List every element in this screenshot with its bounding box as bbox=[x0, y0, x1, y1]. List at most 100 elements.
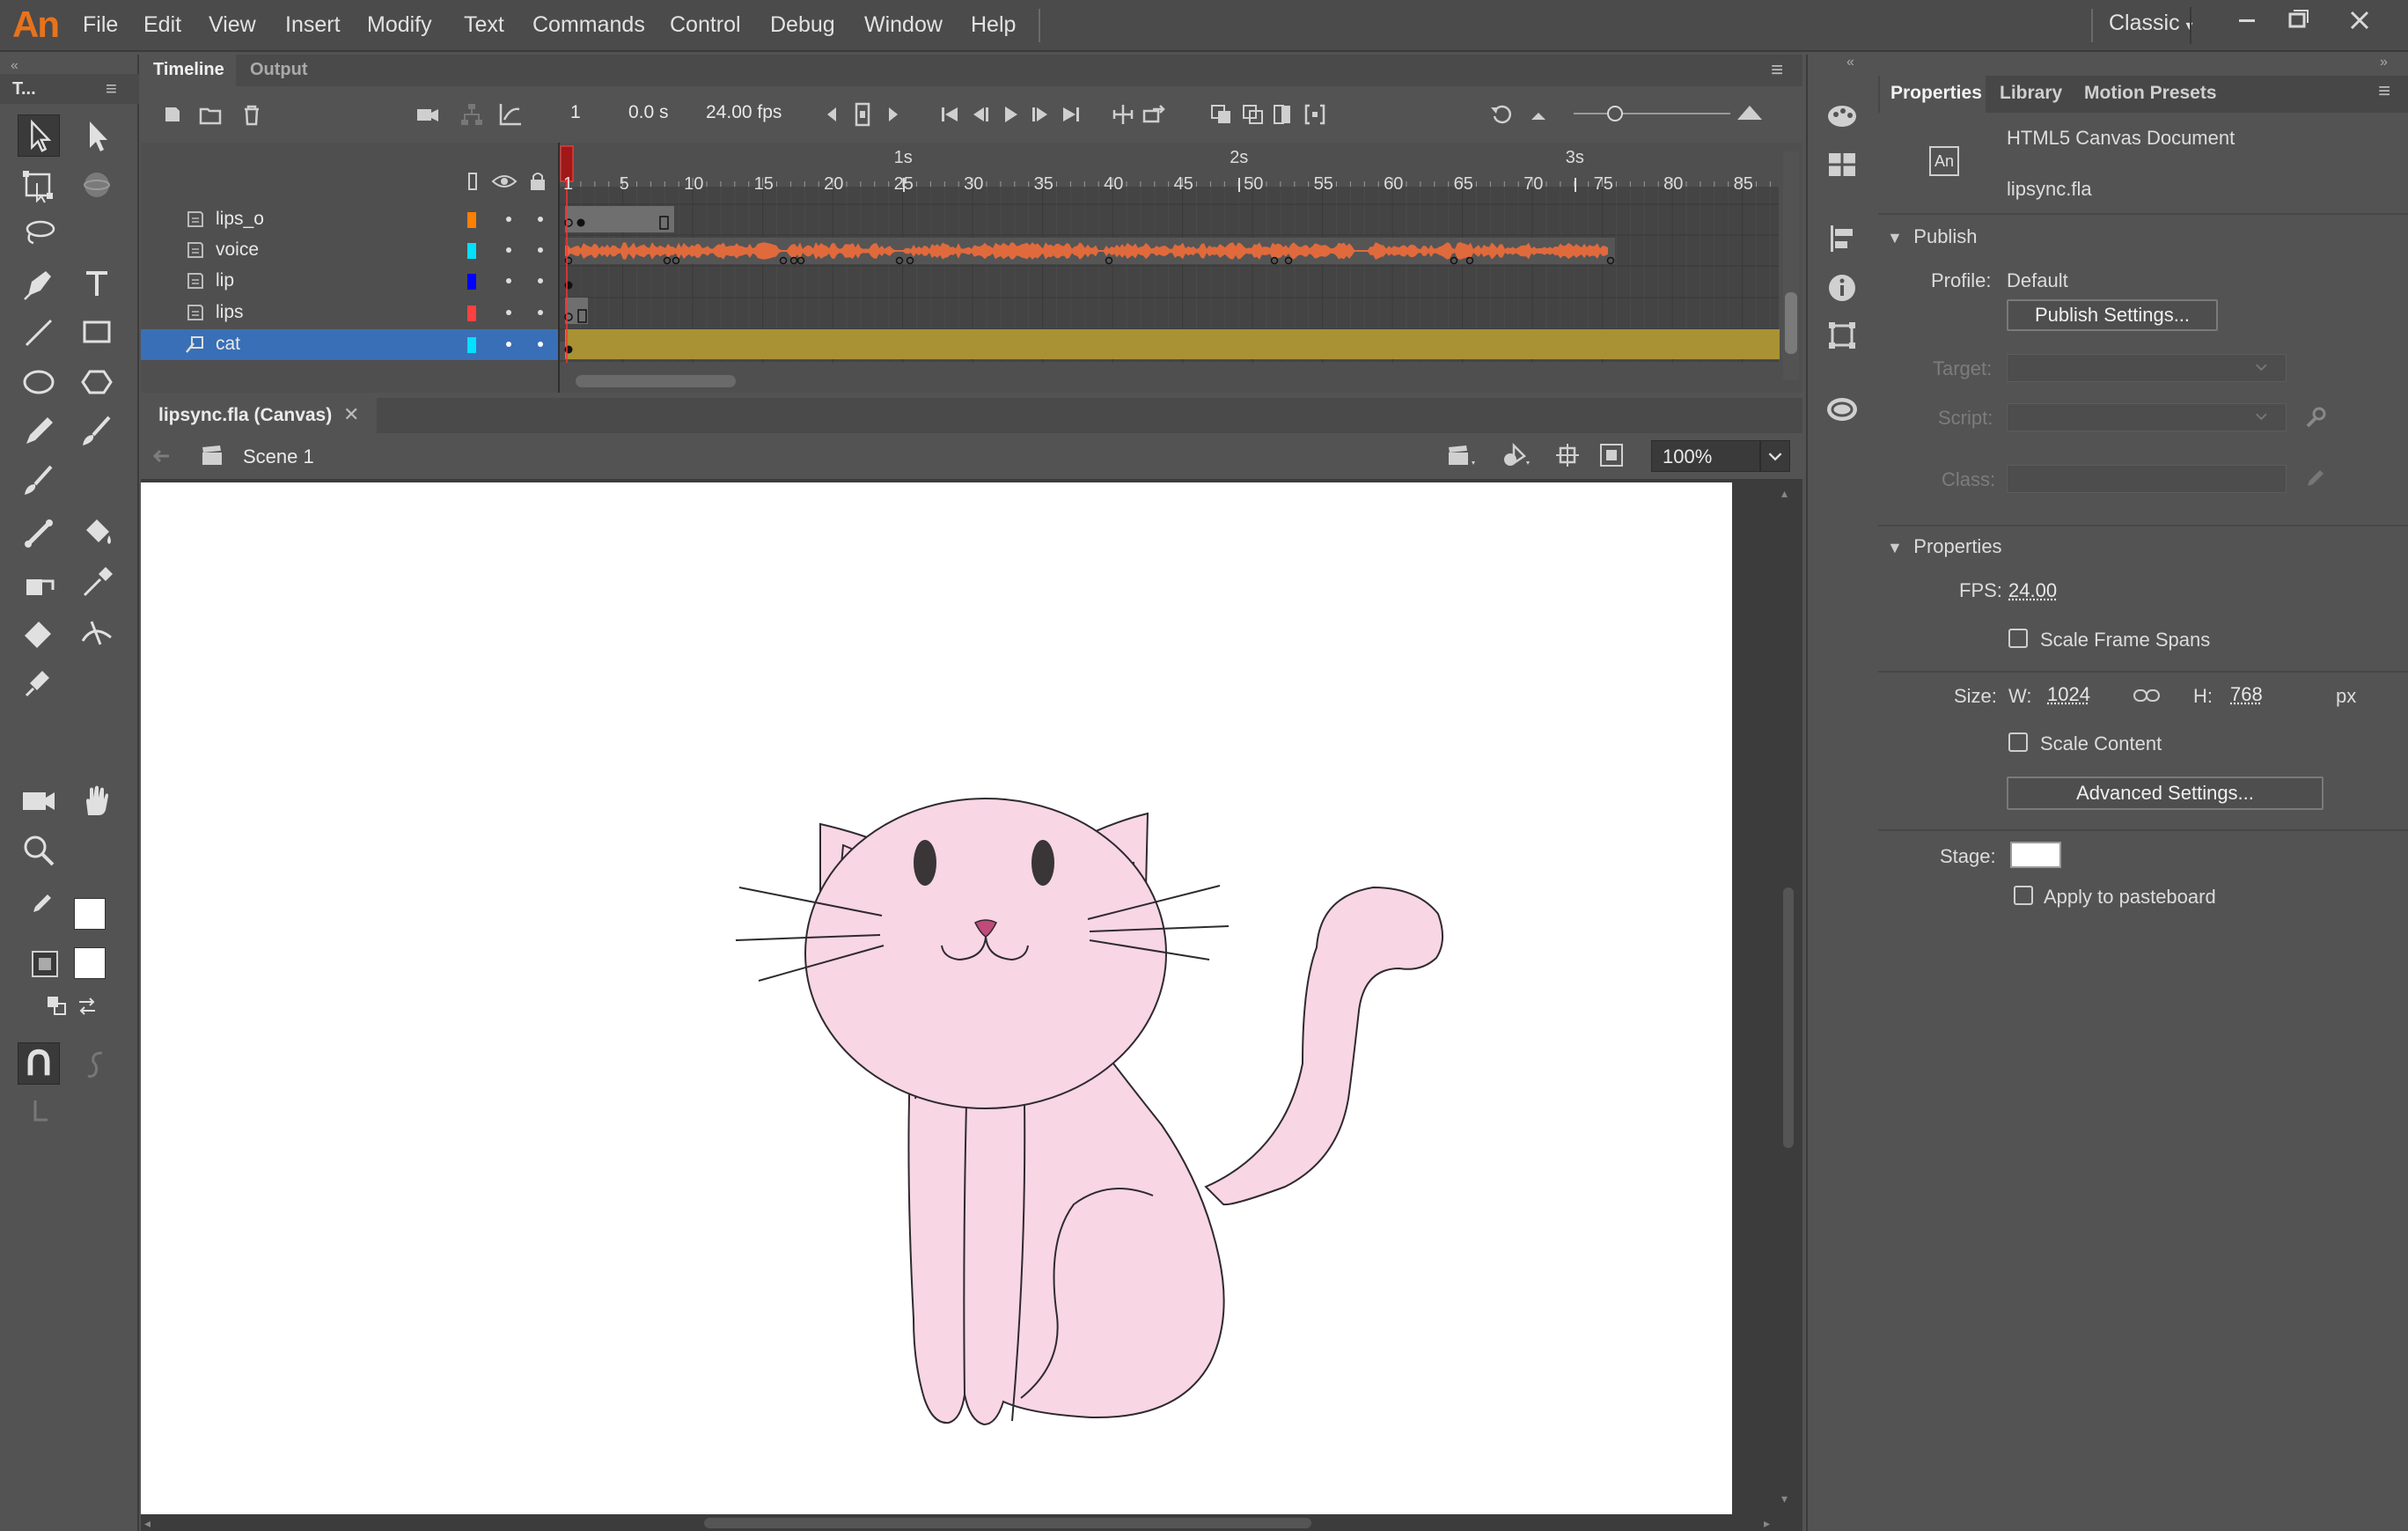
timeline-zoom-thumb[interactable] bbox=[1607, 106, 1623, 121]
polystar-tool[interactable] bbox=[76, 361, 118, 403]
layer-row-voice[interactable]: voice bbox=[141, 235, 560, 266]
stroke-color-swatch[interactable] bbox=[74, 898, 106, 930]
visibility-dot[interactable] bbox=[506, 247, 511, 253]
menu-control[interactable]: Control bbox=[670, 12, 741, 38]
play-icon[interactable] bbox=[996, 100, 1024, 129]
restore-icon[interactable] bbox=[2280, 4, 2315, 39]
menu-help[interactable]: Help bbox=[971, 12, 1016, 38]
new-folder-icon[interactable] bbox=[197, 100, 225, 129]
layer-color[interactable] bbox=[467, 212, 476, 228]
scroll-up-icon[interactable]: ▴ bbox=[1781, 486, 1788, 501]
pin-tool[interactable] bbox=[18, 660, 60, 703]
last-frame-icon[interactable] bbox=[1056, 100, 1084, 129]
vertical-scroll-thumb[interactable] bbox=[1783, 887, 1794, 1148]
oval-tool[interactable] bbox=[18, 361, 60, 403]
workspace-switcher[interactable]: Classic ▾ bbox=[2109, 11, 2193, 36]
menu-commands[interactable]: Commands bbox=[532, 12, 645, 38]
link-dimensions-icon[interactable] bbox=[2132, 683, 2162, 708]
menu-edit[interactable]: Edit bbox=[143, 12, 181, 38]
layer-color[interactable] bbox=[467, 337, 476, 353]
properties-section-header[interactable]: ▼ Properties bbox=[1887, 535, 2002, 558]
scene-name[interactable]: Scene 1 bbox=[243, 445, 314, 468]
edit-multiple-frames-icon[interactable] bbox=[1269, 100, 1297, 129]
tab-properties[interactable]: Properties bbox=[1890, 83, 1982, 104]
first-frame-icon[interactable] bbox=[936, 100, 965, 129]
loop-icon[interactable] bbox=[1141, 100, 1169, 129]
expand-panels-icon[interactable]: « bbox=[1846, 55, 1854, 70]
camera-tool[interactable] bbox=[18, 780, 60, 822]
cc-libraries-icon[interactable] bbox=[1824, 391, 1861, 428]
width-tool[interactable] bbox=[76, 611, 118, 653]
3d-rotation-tool[interactable] bbox=[76, 164, 118, 206]
frame-ruler[interactable]: 15101520253035404550556065707580851s2s3s bbox=[560, 143, 1802, 195]
minimize-icon[interactable] bbox=[2230, 4, 2265, 39]
lock-dot[interactable] bbox=[538, 247, 543, 253]
zoom-tool[interactable] bbox=[18, 829, 60, 872]
onion-skin-icon[interactable] bbox=[1208, 100, 1236, 129]
layer-row-cat[interactable]: cat bbox=[141, 329, 560, 360]
delete-icon[interactable] bbox=[238, 100, 266, 129]
eraser-tool[interactable] bbox=[18, 611, 60, 653]
timeline-zoom-slider[interactable] bbox=[1574, 113, 1730, 114]
tab-library[interactable]: Library bbox=[2000, 83, 2062, 104]
lock-dot[interactable] bbox=[538, 342, 543, 347]
graph-icon[interactable] bbox=[496, 100, 525, 129]
zoom-dropdown[interactable]: 100% bbox=[1651, 440, 1760, 472]
height-value[interactable]: 768 bbox=[2230, 683, 2263, 706]
free-transform-tool[interactable] bbox=[18, 164, 60, 206]
selection-tool[interactable] bbox=[18, 114, 60, 157]
visibility-dot[interactable] bbox=[506, 217, 511, 222]
layer-row-lips-o[interactable]: lips_o bbox=[141, 204, 560, 235]
scale-content-checkbox[interactable] bbox=[2008, 732, 2028, 752]
close-tab-icon[interactable]: ✕ bbox=[343, 403, 359, 426]
document-tab[interactable]: lipsync.fla (Canvas) ✕ bbox=[141, 398, 377, 433]
outline-icon[interactable] bbox=[468, 173, 477, 190]
width-value[interactable]: 1024 bbox=[2047, 683, 2090, 706]
reset-icon[interactable] bbox=[1487, 100, 1516, 129]
tab-output[interactable]: Output bbox=[250, 60, 308, 80]
bone-tool[interactable] bbox=[18, 512, 60, 555]
menu-window[interactable]: Window bbox=[864, 12, 943, 38]
wrench-icon[interactable] bbox=[2301, 403, 2329, 431]
edit-scene-icon[interactable] bbox=[1445, 442, 1479, 468]
paint-bucket-tool[interactable] bbox=[76, 512, 118, 555]
add-keyframe-icon[interactable] bbox=[848, 99, 877, 130]
scale-frame-spans-checkbox[interactable] bbox=[2008, 629, 2028, 648]
target-select[interactable] bbox=[2007, 354, 2287, 382]
class-input[interactable] bbox=[2007, 465, 2287, 493]
lock-dot[interactable] bbox=[538, 217, 543, 222]
panel-menu-icon[interactable]: ≡ bbox=[1771, 58, 1783, 83]
scroll-down-icon[interactable]: ▾ bbox=[1781, 1491, 1788, 1506]
vertical-scrollbar[interactable]: ▴ ▾ bbox=[1780, 482, 1797, 1514]
menu-insert[interactable]: Insert bbox=[285, 12, 341, 38]
previous-keyframe-icon[interactable] bbox=[819, 100, 847, 129]
frame-rate[interactable]: 24.00 fps bbox=[706, 102, 782, 123]
color-panel-icon[interactable] bbox=[1824, 97, 1861, 134]
camera-icon[interactable] bbox=[414, 100, 442, 129]
ink-bottle-tool[interactable] bbox=[18, 562, 60, 604]
tab-timeline[interactable]: Timeline bbox=[153, 60, 224, 80]
scroll-left-icon[interactable]: ◂ bbox=[144, 1516, 150, 1531]
swap-colors-icon[interactable] bbox=[74, 993, 100, 1019]
default-colors-icon[interactable] bbox=[44, 993, 70, 1019]
smooth-icon[interactable] bbox=[76, 1042, 118, 1085]
advanced-settings-button[interactable]: Advanced Settings... bbox=[2007, 777, 2324, 810]
new-layer-icon[interactable] bbox=[158, 100, 187, 129]
horizontal-scrollbar[interactable]: ◂ ▸ bbox=[141, 1514, 1770, 1531]
clip-content-icon[interactable] bbox=[1598, 442, 1625, 468]
pencil-tool[interactable] bbox=[18, 410, 60, 453]
eye-icon[interactable] bbox=[491, 173, 518, 190]
publish-section-header[interactable]: ▼ Publish bbox=[1887, 225, 1977, 248]
visibility-dot[interactable] bbox=[506, 278, 511, 283]
cat-illustration[interactable] bbox=[141, 482, 1732, 1514]
collapse-icon[interactable]: « bbox=[11, 58, 18, 74]
zoom-out-timeline-icon[interactable] bbox=[1524, 100, 1553, 129]
layer-color[interactable] bbox=[467, 305, 476, 321]
onion-outline-icon[interactable] bbox=[1239, 100, 1267, 129]
stage-color-swatch[interactable] bbox=[2010, 842, 2061, 868]
horizontal-scroll-thumb[interactable] bbox=[704, 1518, 1311, 1528]
step-forward-icon[interactable] bbox=[1026, 100, 1054, 129]
scroll-right-icon[interactable]: ▸ bbox=[1764, 1516, 1770, 1531]
menu-debug[interactable]: Debug bbox=[770, 12, 835, 38]
stage-canvas[interactable] bbox=[141, 482, 1732, 1514]
